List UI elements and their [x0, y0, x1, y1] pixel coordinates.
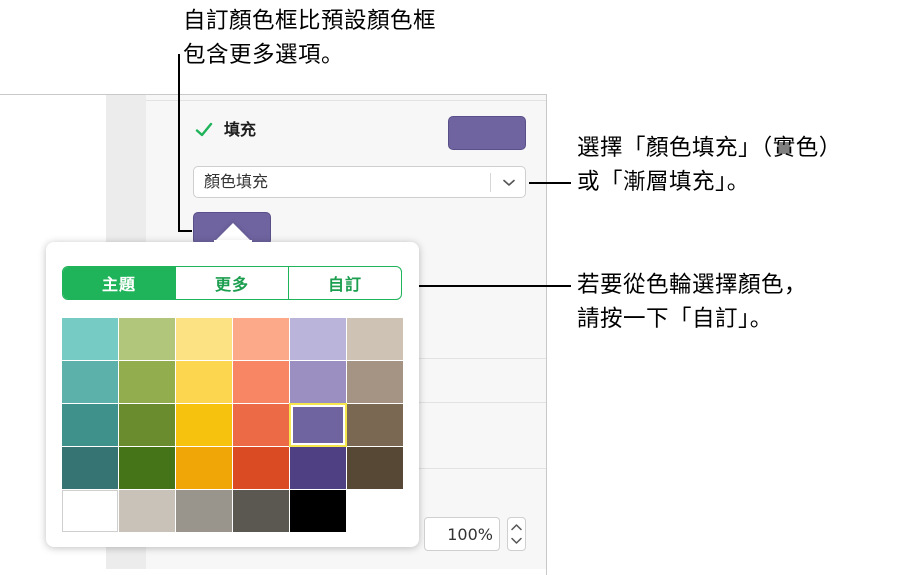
swatch-grid	[62, 318, 406, 533]
panel-divider	[146, 100, 546, 101]
color-swatch[interactable]	[119, 361, 175, 403]
callout-line: 自訂顏色框比預設顏色框	[183, 8, 437, 34]
color-swatch[interactable]	[119, 447, 175, 489]
opacity-value: 100%	[447, 525, 493, 544]
fill-checkbox[interactable]	[195, 121, 213, 139]
color-swatch[interactable]	[290, 490, 346, 532]
color-swatch[interactable]	[347, 404, 403, 446]
opacity-field[interactable]: 100%	[424, 517, 500, 551]
color-swatch[interactable]	[233, 361, 289, 403]
select-divider	[490, 173, 491, 192]
callout-fill-type: 選擇「顏色填充」（實色） 或「漸層填充」。	[577, 131, 842, 199]
color-swatch[interactable]	[119, 404, 175, 446]
tab-more[interactable]: 更多	[175, 267, 288, 299]
color-swatch[interactable]	[176, 361, 232, 403]
color-swatch[interactable]	[347, 361, 403, 403]
checkmark-icon	[195, 122, 213, 137]
color-swatch[interactable]	[290, 361, 346, 403]
callout-line: 或「漸層填充」。	[577, 169, 750, 195]
color-swatch[interactable]	[176, 404, 232, 446]
color-swatch[interactable]	[119, 318, 175, 360]
color-swatch[interactable]	[233, 490, 289, 532]
callout-line: 請按一下「自訂」。	[577, 306, 773, 332]
fill-type-value: 顏色填充	[204, 172, 269, 191]
color-swatch[interactable]	[119, 490, 175, 532]
color-swatch[interactable]	[233, 404, 289, 446]
opacity-stepper[interactable]	[507, 517, 526, 551]
fill-label: 填充	[224, 120, 257, 139]
color-swatch[interactable]	[62, 447, 118, 489]
popover-arrow-join	[214, 240, 252, 254]
leader-line	[178, 54, 180, 231]
leader-line	[404, 285, 571, 287]
color-swatch[interactable]	[347, 447, 403, 489]
fill-color-well[interactable]	[448, 116, 526, 150]
color-swatch[interactable]	[176, 447, 232, 489]
color-swatch[interactable]	[233, 318, 289, 360]
callout-custom-color: 自訂顏色框比預設顏色框 包含更多選項。	[183, 4, 436, 72]
leader-line	[178, 230, 192, 232]
callout-line: 若要從色輪選擇顏色，	[577, 272, 808, 298]
color-swatch[interactable]	[62, 490, 118, 532]
color-swatch[interactable]	[347, 318, 403, 360]
callout-line: 選擇「顏色填充」（實色）	[577, 135, 842, 161]
tab-theme[interactable]: 主題	[63, 267, 175, 299]
color-swatch[interactable]	[290, 447, 346, 489]
chevron-down-icon[interactable]	[511, 537, 522, 545]
chevron-up-icon[interactable]	[511, 523, 522, 531]
color-swatch[interactable]	[289, 403, 347, 447]
color-tabs: 主題 更多 自訂	[62, 266, 402, 300]
color-swatch[interactable]	[62, 318, 118, 360]
color-swatch[interactable]	[62, 404, 118, 446]
tab-custom[interactable]: 自訂	[288, 267, 401, 299]
color-swatch[interactable]	[176, 318, 232, 360]
color-swatch[interactable]	[176, 490, 232, 532]
chevron-down-icon[interactable]	[497, 173, 521, 193]
color-swatch[interactable]	[62, 361, 118, 403]
color-swatch[interactable]	[290, 318, 346, 360]
leader-line	[529, 182, 571, 184]
callout-line: 包含更多選項。	[183, 42, 345, 68]
color-swatch[interactable]	[233, 447, 289, 489]
fill-type-select[interactable]: 顏色填充	[193, 166, 526, 198]
callout-color-wheel: 若要從色輪選擇顏色， 請按一下「自訂」。	[577, 268, 807, 336]
